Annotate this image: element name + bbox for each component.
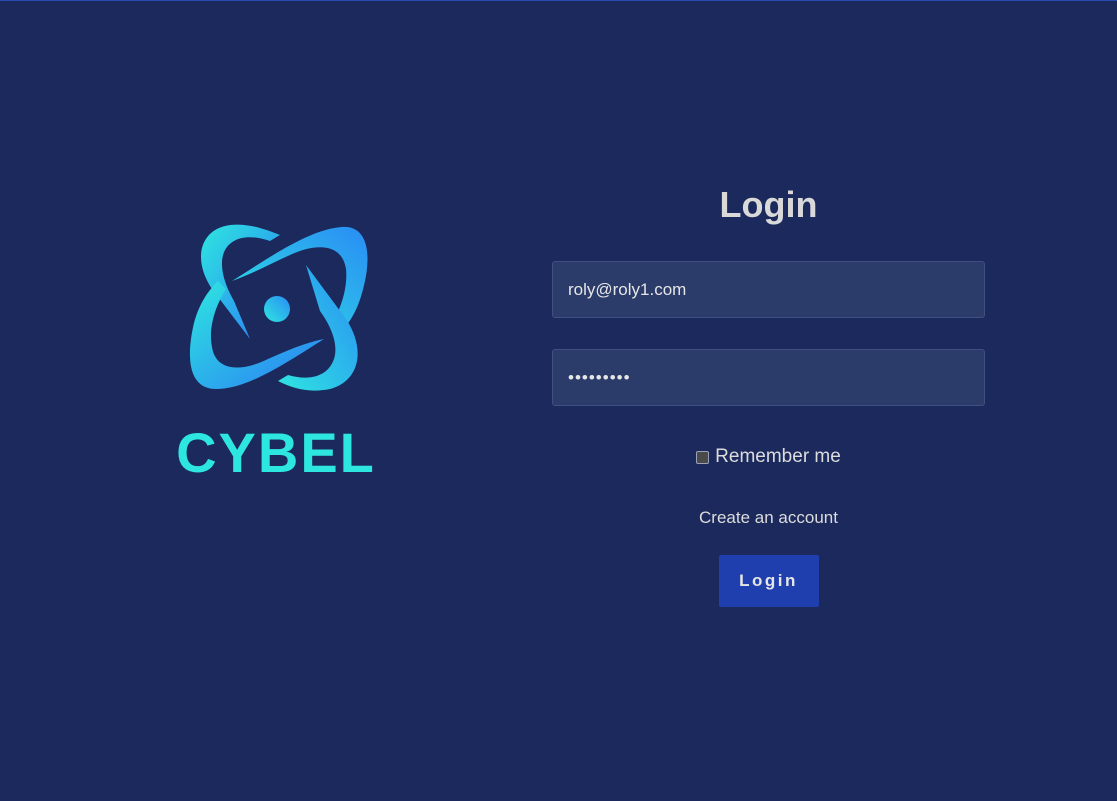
login-button[interactable]: Login xyxy=(718,555,819,607)
create-account-link[interactable]: Create an account xyxy=(552,507,985,529)
remember-me-label[interactable]: Remember me xyxy=(715,446,841,468)
cybel-logo-icon: CYBEL xyxy=(176,224,376,479)
brand-wordmark: CYBEL xyxy=(176,421,376,479)
remember-me-checkbox[interactable] xyxy=(696,450,710,464)
page-title: Login xyxy=(719,184,818,225)
submit-row: Login xyxy=(552,555,985,607)
remember-me-row: Remember me xyxy=(552,446,985,468)
email-field[interactable] xyxy=(552,261,985,318)
brand-logo: CYBEL xyxy=(170,219,382,479)
login-form: Login Remember me Create an account Logi… xyxy=(552,181,985,607)
password-field[interactable] xyxy=(552,349,985,406)
login-page: CYBEL Login Remember me Create an accoun… xyxy=(0,0,1117,801)
